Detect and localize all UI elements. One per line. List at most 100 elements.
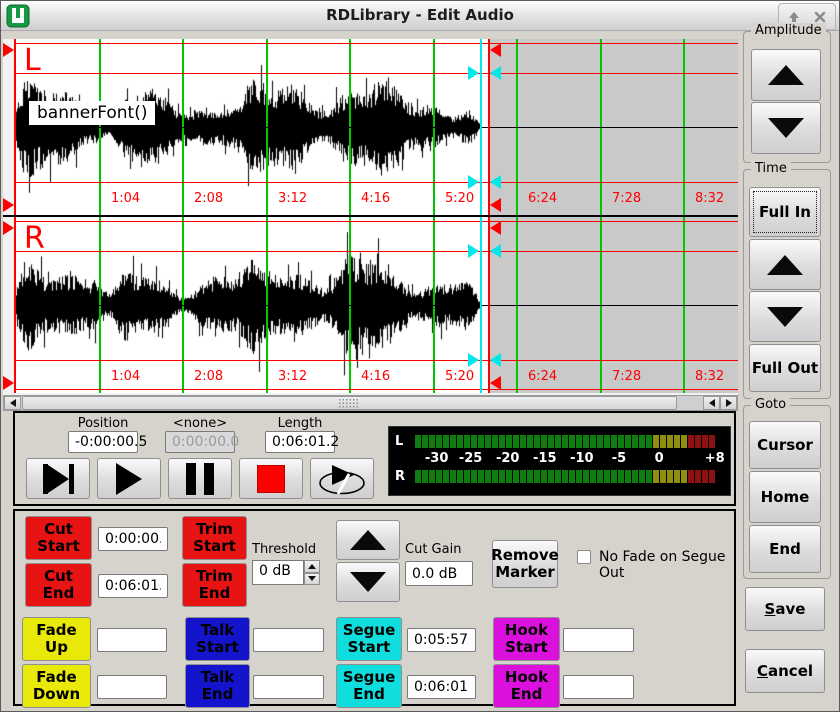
cut-gain-field[interactable]	[405, 561, 473, 586]
length-field[interactable]: 0:06:01.2	[265, 431, 335, 453]
threshold-spinbox[interactable]: 0 dB	[252, 560, 320, 585]
no-fade-checkbox[interactable]	[577, 550, 591, 564]
fade-down-button[interactable]: Fade Down	[22, 664, 91, 708]
segue-start-field[interactable]	[407, 628, 476, 652]
edit-audio-window: RDLibrary - Edit Audio	[0, 0, 840, 712]
segue-start-line[interactable]	[480, 39, 482, 215]
time-zoom-out-button[interactable]	[749, 291, 821, 342]
scroll-left-button[interactable]	[4, 396, 21, 410]
segue-start-button[interactable]: Segue Start	[336, 617, 402, 661]
cut-start-marker-icon[interactable]	[3, 43, 14, 57]
meter-left-label: L	[395, 434, 415, 449]
cut-end-marker-icon[interactable]	[490, 43, 501, 57]
zero-amplitude-line	[14, 305, 738, 306]
goto-cursor-button[interactable]: Cursor	[749, 421, 821, 469]
segue-start-marker-icon[interactable]	[468, 244, 479, 258]
trim-start-button[interactable]: Trim Start	[182, 516, 247, 560]
scrollbar-track[interactable]	[21, 396, 703, 410]
remove-marker-button[interactable]: Remove Marker	[492, 540, 558, 588]
full-out-button[interactable]: Full Out	[749, 344, 821, 392]
threshold-up-button[interactable]	[304, 560, 320, 573]
threshold-down-button[interactable]	[304, 573, 320, 586]
segue-start-marker-icon[interactable]	[468, 66, 479, 80]
cancel-button[interactable]: Cancel	[745, 649, 825, 693]
cut-top-line	[14, 221, 738, 222]
hook-end-field[interactable]	[563, 675, 634, 699]
down-arrow-icon	[768, 118, 804, 138]
trim-end-button[interactable]: Trim End	[182, 563, 247, 607]
save-button[interactable]: Save	[745, 587, 825, 631]
time-tick: 3:12	[278, 369, 307, 384]
time-tick: 5:20	[445, 369, 474, 384]
time-group-title: Time	[751, 161, 791, 176]
cut-end-marker-icon[interactable]	[490, 198, 501, 212]
goto-end-button[interactable]: End	[749, 525, 821, 573]
segue-end-marker-icon[interactable]	[490, 244, 501, 258]
cut-start-marker-icon[interactable]	[3, 376, 14, 390]
cut-start-button[interactable]: Cut Start	[25, 516, 92, 560]
none-field: 0:00:00.0	[165, 431, 235, 453]
cut-end-marker-icon[interactable]	[490, 376, 501, 390]
stop-button[interactable]	[239, 458, 303, 499]
cut-end-field[interactable]	[98, 574, 168, 598]
time-zoom-in-button[interactable]	[749, 239, 821, 290]
cut-start-marker-icon[interactable]	[3, 221, 14, 235]
segue-end-marker-icon[interactable]	[490, 175, 501, 189]
fade-down-field[interactable]	[97, 675, 167, 699]
left-margin-r	[3, 217, 14, 393]
cut-start-line[interactable]	[14, 217, 16, 393]
scrollbar-thumb[interactable]	[22, 396, 677, 410]
hook-start-button[interactable]: Hook Start	[493, 617, 560, 661]
up-arrow-icon	[767, 255, 803, 275]
segue-end-field[interactable]	[407, 675, 476, 699]
scroll-right-button[interactable]	[720, 396, 737, 410]
titlebar[interactable]: RDLibrary - Edit Audio	[1, 1, 839, 31]
play-button[interactable]	[97, 458, 161, 499]
upper-guide-line	[14, 251, 738, 252]
waveform-scrollbar[interactable]	[3, 395, 738, 411]
cut-start-marker-icon[interactable]	[3, 198, 14, 212]
up-arrow-icon	[768, 65, 804, 85]
cut-end-button[interactable]: Cut End	[25, 563, 92, 607]
up-arrow-icon	[308, 564, 316, 569]
scroll-left-button-end[interactable]	[703, 396, 720, 410]
cut-start-field[interactable]	[98, 527, 168, 551]
loop-button[interactable]	[310, 458, 374, 499]
goto-home-button[interactable]: Home	[749, 471, 821, 523]
cut-start-line[interactable]	[14, 39, 16, 215]
stop-icon	[257, 465, 285, 493]
segue-start-line[interactable]	[480, 217, 482, 393]
cue-bar-icon	[69, 464, 74, 494]
hook-end-button[interactable]: Hook End	[493, 664, 560, 708]
cut-end-marker-icon[interactable]	[490, 221, 501, 235]
amplitude-up-button[interactable]	[751, 49, 821, 101]
waveform-display: L bannerFont() 1:04 2:08 3:12 4:16 5:20 …	[3, 39, 738, 411]
position-field[interactable]: -0:00:00.5	[68, 431, 138, 453]
cue-button[interactable]	[26, 458, 90, 499]
segue-start-marker-icon[interactable]	[468, 175, 479, 189]
talk-end-field[interactable]	[253, 675, 324, 699]
fade-up-button[interactable]: Fade Up	[22, 617, 91, 661]
down-arrow-icon	[767, 307, 803, 327]
threshold-value[interactable]: 0 dB	[252, 560, 304, 585]
talk-end-button[interactable]: Talk End	[185, 664, 250, 708]
gain-down-button[interactable]	[336, 562, 400, 602]
segue-end-marker-icon[interactable]	[490, 353, 501, 367]
talk-start-field[interactable]	[253, 628, 324, 652]
segue-end-marker-icon[interactable]	[490, 66, 501, 80]
talk-start-button[interactable]: Talk Start	[185, 617, 250, 661]
full-in-button[interactable]: Full In	[749, 187, 821, 237]
segue-start-marker-icon[interactable]	[468, 353, 479, 367]
waveform-panel-r[interactable]: R 1:04 2:08 3:12 4:16 5:20 6:24 7:28 8:3…	[14, 217, 738, 393]
waveform-panel-l[interactable]: L bannerFont() 1:04 2:08 3:12 4:16 5:20 …	[14, 39, 738, 215]
up-arrow-icon	[350, 530, 386, 550]
fade-up-field[interactable]	[97, 628, 167, 652]
segue-end-button[interactable]: Segue End	[336, 664, 402, 708]
pause-button[interactable]	[168, 458, 232, 499]
down-arrow-icon	[350, 572, 386, 592]
amplitude-down-button[interactable]	[751, 102, 821, 154]
gain-up-button[interactable]	[336, 520, 400, 560]
audio-meter: L -30-25-20-15-10-50+8 R	[388, 426, 731, 496]
time-tick: 4:16	[361, 369, 390, 384]
hook-start-field[interactable]	[563, 628, 634, 652]
